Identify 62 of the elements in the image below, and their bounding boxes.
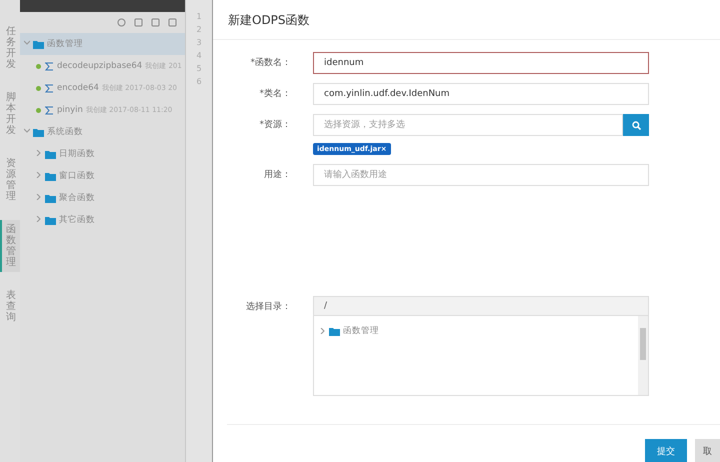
folder-icon (33, 128, 44, 136)
folder-icon (329, 326, 340, 336)
line-number: 1 (196, 12, 202, 21)
directory-item-label: 函数管理 (343, 325, 379, 337)
line-number: 6 (196, 77, 202, 86)
caret-icon[interactable] (320, 328, 326, 334)
tree-item-label: 其它函数 (59, 214, 95, 226)
folder-icon (33, 40, 44, 48)
line-number: 3 (196, 38, 202, 47)
nav-rail-item[interactable]: 任务开发 (0, 22, 20, 74)
tree-item-label: 函数管理 (47, 38, 83, 50)
caret-icon[interactable] (24, 40, 30, 46)
scrollbar[interactable] (638, 316, 648, 395)
tree-item-label: 日期函数 (59, 148, 95, 160)
input-field[interactable]: com.yinlin.udf.dev.IdenNum (313, 83, 649, 105)
sigma-icon (44, 84, 54, 92)
field-label: *函数名： (250, 56, 292, 70)
tree-item-label: encode64 (57, 83, 99, 93)
tree-item-label: pinyin (57, 105, 83, 115)
field-label: *类名： (260, 88, 292, 101)
folder-icon (45, 216, 56, 224)
sigma-icon (44, 62, 54, 70)
caret-icon[interactable] (36, 172, 42, 178)
field-label: 用途： (264, 168, 292, 182)
caret-icon[interactable] (24, 128, 30, 134)
input-field[interactable]: 请输入函数用途 (313, 164, 649, 186)
sigma-icon (44, 106, 54, 114)
field-label: *资源： (260, 118, 292, 132)
nav-rail-item[interactable]: 函数管理 (0, 220, 20, 272)
tree-item-label: decodeupzipbase64 (57, 61, 142, 71)
tree-item[interactable]: 日期函数 (20, 143, 185, 165)
input-field[interactable]: idennum (313, 52, 649, 74)
line-number: 2 (196, 25, 202, 34)
folder-icon (45, 150, 56, 158)
submit-button[interactable]: 提交 (645, 439, 687, 462)
line-number: 4 (196, 51, 202, 60)
tree-item-label: 系统函数 (47, 126, 83, 138)
tree-item[interactable]: 聚合函数 (20, 187, 185, 209)
tree-item[interactable]: 系统函数 (20, 121, 185, 143)
resource-field[interactable]: 选择资源，支持多选 (313, 114, 623, 136)
path-field[interactable]: / (313, 296, 649, 316)
tree-item-label: 窗口函数 (59, 170, 95, 182)
tree-item[interactable]: 窗口函数 (20, 165, 185, 187)
nav-rail-item[interactable]: 脚本开发 (0, 88, 20, 140)
status-dot-icon (36, 108, 41, 112)
search-button[interactable] (623, 114, 649, 136)
tree-item[interactable]: 其它函数 (20, 209, 185, 231)
tree-item[interactable]: 函数管理 (20, 33, 185, 55)
status-dot-icon (36, 86, 41, 90)
field-label: 选择目录： (246, 300, 292, 314)
dialog-title: 新建ODPS函数 (213, 0, 720, 40)
nav-rail-item[interactable]: 表查询 (0, 286, 20, 327)
tree-item-label: 聚合函数 (59, 192, 95, 204)
line-number: 5 (196, 64, 202, 73)
folder-icon (45, 172, 56, 180)
folder-icon (45, 194, 56, 202)
caret-icon[interactable] (36, 150, 42, 156)
status-dot-icon (36, 64, 41, 68)
caret-icon[interactable] (36, 216, 42, 222)
nav-rail-item[interactable]: 资源管理 (0, 154, 20, 206)
cancel-button[interactable]: 取 (695, 439, 720, 462)
caret-icon[interactable] (36, 194, 42, 200)
